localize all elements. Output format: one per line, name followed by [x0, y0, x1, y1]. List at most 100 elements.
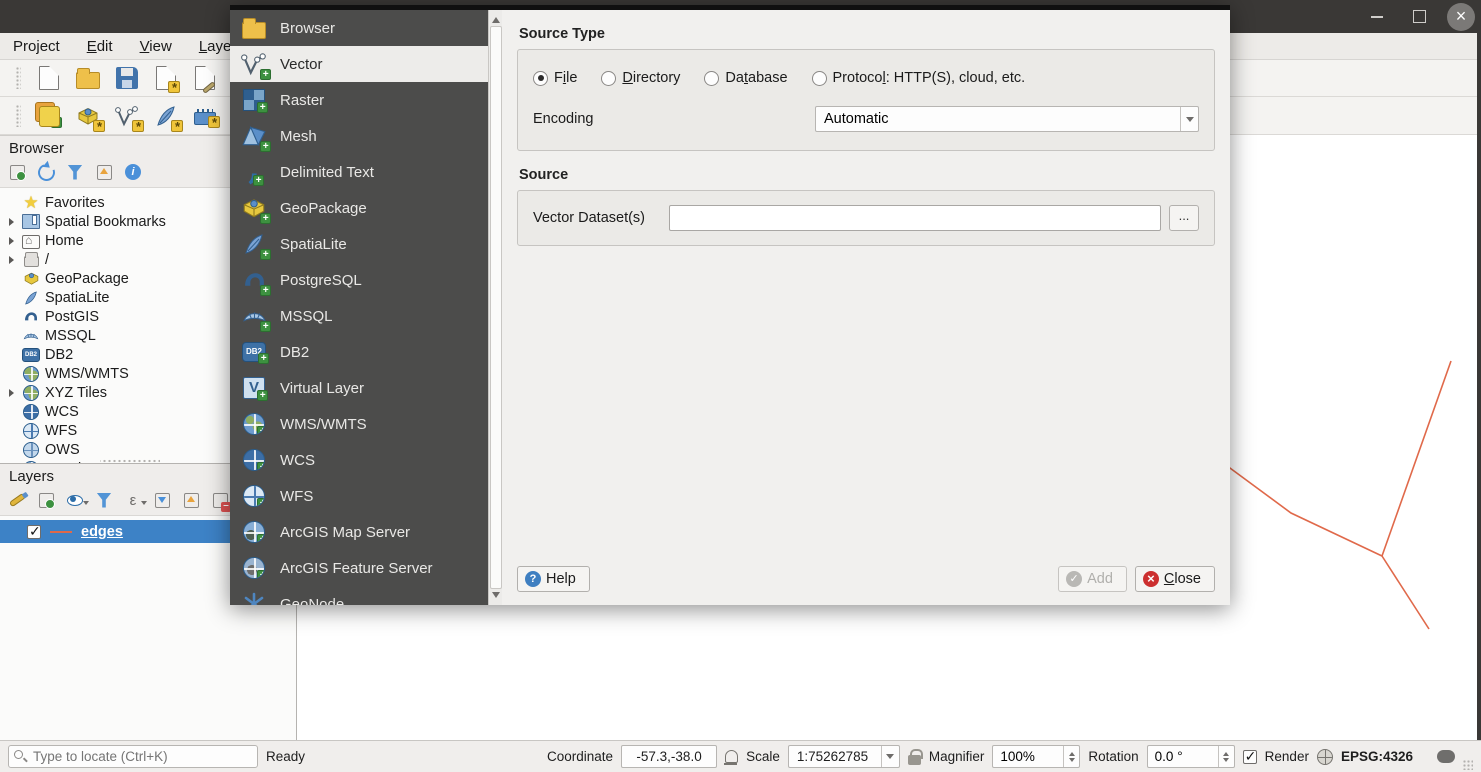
chevron-down-icon[interactable] [1180, 107, 1198, 131]
filter-expression-icon[interactable] [123, 490, 143, 510]
star-icon [22, 195, 40, 211]
dialog-tab-wms[interactable]: WMS/WMTS [230, 406, 488, 442]
minimize-icon[interactable] [1363, 3, 1391, 31]
toolbar-drag-handle[interactable] [16, 67, 21, 89]
new-spatialite-layer-button[interactable] [151, 101, 181, 131]
resize-grip[interactable] [1463, 760, 1473, 770]
radio-icon [812, 71, 827, 86]
layer-styling-icon[interactable] [7, 490, 27, 510]
line-symbol-swatch [50, 531, 72, 533]
render-checkbox[interactable] [1243, 750, 1257, 764]
dialog-tab-browser[interactable]: Browser [230, 10, 488, 46]
vector-datasets-input[interactable] [669, 205, 1161, 231]
open-project-button[interactable] [73, 63, 103, 93]
radio-file[interactable]: File [533, 70, 577, 86]
dialog-tab-arcgis-map-server[interactable]: ArcGIS Map Server [230, 514, 488, 550]
add-button[interactable]: Add [1058, 566, 1127, 592]
spinner-arrows-icon[interactable] [1063, 746, 1079, 767]
expand-arrow-icon[interactable] [6, 256, 17, 264]
chevron-down-icon[interactable] [881, 746, 899, 767]
xyz-globe-icon [23, 385, 39, 401]
properties-icon[interactable] [123, 162, 143, 182]
extents-toggle-icon[interactable] [725, 750, 738, 763]
new-shapefile-layer-button[interactable] [112, 101, 142, 131]
scrollbar-thumb[interactable] [490, 26, 502, 589]
data-source-manager-button[interactable] [34, 101, 64, 131]
dialog-tab-spatialite[interactable]: SpatiaLite [230, 226, 488, 262]
crs-status[interactable]: EPSG:4326 [1341, 749, 1413, 764]
spatialite-icon [22, 290, 40, 306]
coordinate-input[interactable] [621, 745, 717, 768]
render-label: Render [1265, 749, 1309, 764]
help-button[interactable]: Help [517, 566, 590, 592]
dialog-tab-arcgis-feature-server[interactable]: ArcGIS Feature Server [230, 550, 488, 586]
layer-visibility-checkbox[interactable] [27, 525, 41, 539]
dialog-tab-wfs[interactable]: WFS [230, 478, 488, 514]
new-geopackage-layer-button[interactable] [73, 101, 103, 131]
expand-all-icon[interactable] [152, 490, 172, 510]
wcs-globe-icon [23, 404, 39, 420]
map-themes-icon[interactable] [65, 490, 85, 510]
lock-scale-icon[interactable] [908, 755, 921, 765]
encoding-label: Encoding [533, 111, 815, 127]
sidebar-scrollbar[interactable] [488, 10, 502, 605]
radio-directory[interactable]: Directory [601, 70, 680, 86]
new-shapefile-layer-icon [115, 104, 139, 128]
filter-browser-icon[interactable] [65, 162, 85, 182]
dialog-tab-wcs[interactable]: WCS [230, 442, 488, 478]
dialog-tab-vector[interactable]: Vector [230, 46, 488, 82]
filter-legend-icon[interactable] [94, 490, 114, 510]
menu-view[interactable]: View [140, 38, 172, 55]
spinner-arrows-icon[interactable] [1218, 746, 1234, 767]
refresh-icon[interactable] [36, 162, 56, 182]
dialog-tab-db2[interactable]: DB2 [230, 334, 488, 370]
maximize-icon[interactable] [1405, 3, 1433, 31]
messages-icon[interactable] [1437, 750, 1455, 763]
dialog-tab-mesh[interactable]: Mesh [230, 118, 488, 154]
source-heading: Source [519, 167, 1215, 183]
toolbar-drag-handle[interactable] [16, 105, 21, 127]
crs-globe-icon[interactable] [1317, 749, 1333, 765]
scale-combobox[interactable]: 1:75262785 [788, 745, 900, 768]
dialog-tab-mssql[interactable]: MSSQL [230, 298, 488, 334]
menu-project[interactable]: Project [13, 38, 60, 55]
mesh-icon [241, 123, 267, 149]
folder-icon [24, 256, 39, 267]
locator-input[interactable] [8, 745, 258, 768]
home-icon [22, 235, 40, 249]
new-project-button[interactable] [34, 63, 64, 93]
new-temporary-scratch-layer-button[interactable] [190, 101, 220, 131]
show-layout-manager-button[interactable] [190, 63, 220, 93]
source-groupbox: Vector Dataset(s) ... [517, 190, 1215, 246]
scroll-up-icon[interactable] [492, 13, 500, 23]
dialog-tab-raster[interactable]: Raster [230, 82, 488, 118]
browse-button[interactable]: ... [1169, 205, 1199, 231]
save-project-button[interactable] [112, 63, 142, 93]
dialog-tab-geonode[interactable]: GeoNode [230, 586, 488, 605]
locator-search[interactable] [8, 745, 258, 768]
menu-edit[interactable]: Edit [87, 38, 113, 55]
geopackage-icon [241, 195, 267, 221]
rotation-spinbox[interactable] [1147, 745, 1235, 768]
expand-arrow-icon[interactable] [6, 237, 17, 245]
dialog-tab-delimited-text[interactable]: Delimited Text [230, 154, 488, 190]
dialog-tab-geopackage[interactable]: GeoPackage [230, 190, 488, 226]
expand-arrow-icon[interactable] [6, 389, 17, 397]
dialog-tab-postgresql[interactable]: PostgreSQL [230, 262, 488, 298]
search-icon [14, 750, 23, 759]
add-selected-layers-icon[interactable] [7, 162, 27, 182]
collapse-all-icon[interactable] [181, 490, 201, 510]
scroll-down-icon[interactable] [492, 592, 500, 602]
encoding-combobox[interactable]: Automatic [815, 106, 1199, 132]
close-button[interactable]: Close [1135, 566, 1215, 592]
remove-layer-icon[interactable] [210, 490, 230, 510]
expand-arrow-icon[interactable] [6, 218, 17, 226]
magnifier-spinbox[interactable] [992, 745, 1080, 768]
collapse-all-icon[interactable] [94, 162, 114, 182]
radio-protocol[interactable]: Protocol: HTTP(S), cloud, etc. [812, 70, 1026, 86]
add-group-icon[interactable] [36, 490, 56, 510]
close-icon[interactable] [1447, 3, 1475, 31]
radio-database[interactable]: Database [704, 70, 787, 86]
new-print-layout-button[interactable] [151, 63, 181, 93]
dialog-tab-virtual-layer[interactable]: Virtual Layer [230, 370, 488, 406]
